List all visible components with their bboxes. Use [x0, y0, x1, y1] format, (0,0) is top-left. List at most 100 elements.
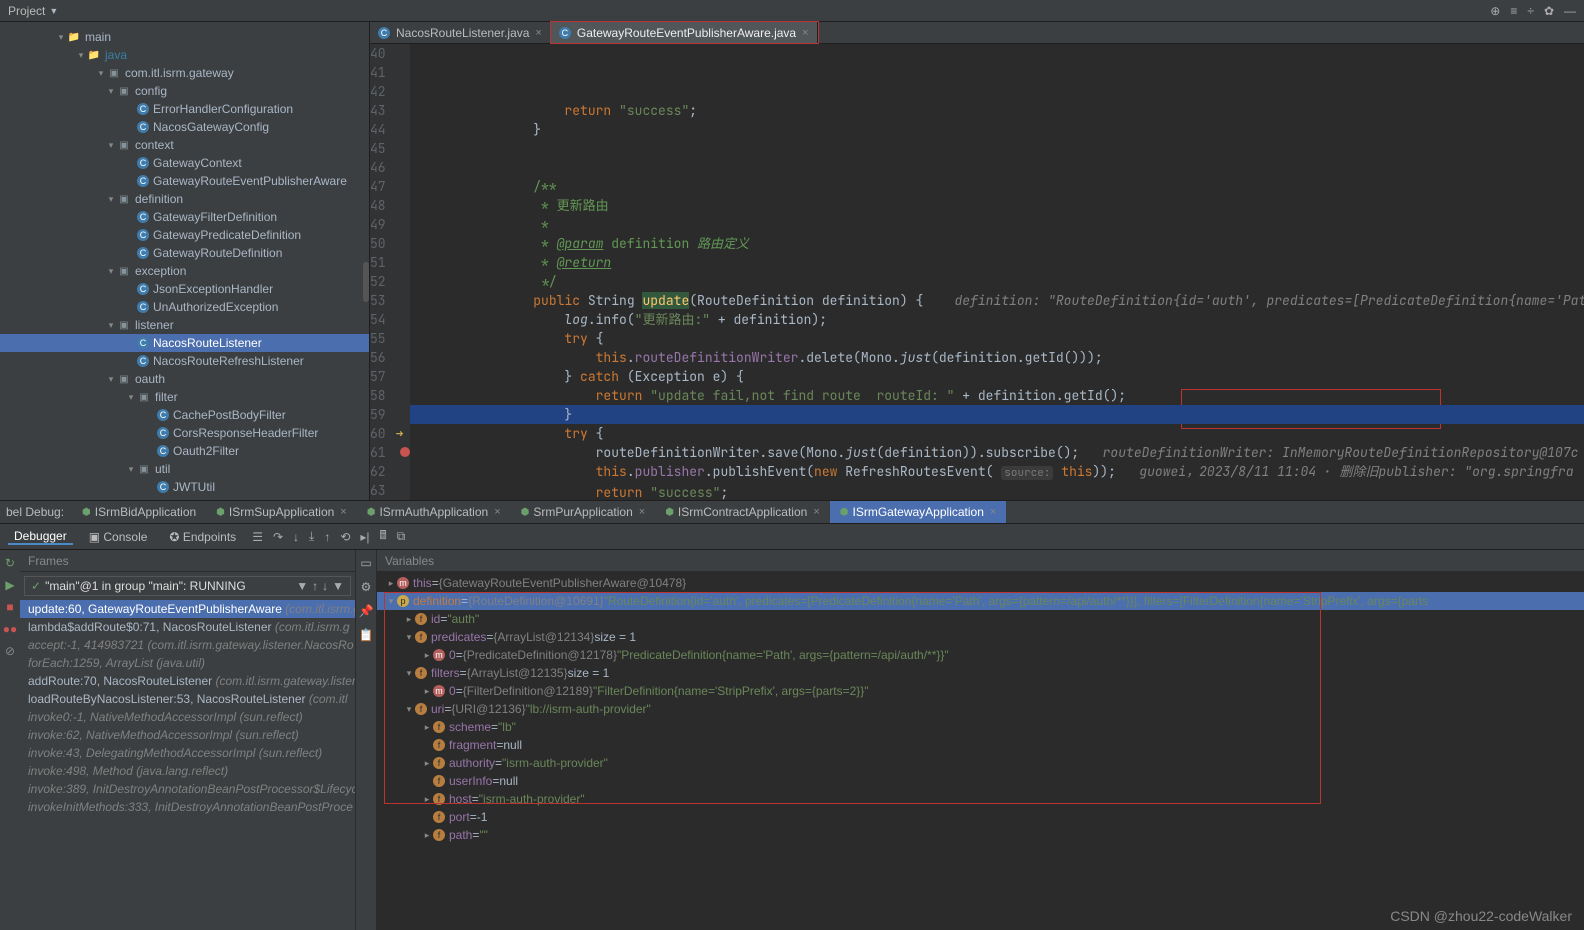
tree-node[interactable]: CGatewayRouteEventPublisherAware — [0, 172, 369, 190]
tree-node[interactable]: ▾▣com.itl.isrm.gateway — [0, 64, 369, 82]
close-icon[interactable]: × — [802, 27, 808, 39]
tree-node[interactable]: CGatewayRouteDefinition — [0, 244, 369, 262]
frame-row[interactable]: invokeInitMethods:333, InitDestroyAnnota… — [20, 798, 355, 816]
editor-tab[interactable]: CNacosRouteListener.java× — [370, 22, 551, 43]
collapse-icon[interactable]: ÷ — [1527, 4, 1534, 18]
run-tab[interactable]: ⬢ISrmBidApplication — [72, 501, 206, 523]
close-icon[interactable]: × — [494, 506, 500, 518]
variable-row[interactable]: fport = -1 — [377, 808, 1584, 826]
close-icon[interactable]: × — [639, 506, 645, 518]
settings-icon[interactable]: ⚙ — [361, 580, 372, 594]
tree-node[interactable]: ▾▣definition — [0, 190, 369, 208]
pin-icon[interactable]: 📌 — [359, 604, 374, 618]
tree-node[interactable]: ▾📁java — [0, 46, 369, 64]
frame-row[interactable]: forEach:1259, ArrayList (java.util) — [20, 654, 355, 672]
breakpoints-icon[interactable]: ●● — [3, 622, 18, 636]
tree-node[interactable]: CJsonExceptionHandler — [0, 280, 369, 298]
tree-node[interactable]: CCachePostBodyFilter — [0, 406, 369, 424]
restore-layout-icon[interactable]: ▭ — [360, 556, 371, 570]
frame-row[interactable]: loadRouteByNacosListener:53, NacosRouteL… — [20, 690, 355, 708]
close-icon[interactable]: × — [813, 506, 819, 518]
frame-row[interactable]: invoke:498, Method (java.lang.reflect) — [20, 762, 355, 780]
frame-row[interactable]: invoke:389, InitDestroyAnnotationBeanPos… — [20, 780, 355, 798]
tree-node[interactable]: CErrorHandlerConfiguration — [0, 100, 369, 118]
stop-icon[interactable]: ■ — [6, 600, 13, 614]
tree-node[interactable]: ▾▣filter — [0, 388, 369, 406]
step-into-icon[interactable]: ↓ — [293, 530, 299, 544]
run-to-cursor-icon[interactable]: ▸| — [360, 530, 369, 544]
variable-row[interactable]: ▸mthis = {GatewayRouteEventPublisherAwar… — [377, 574, 1584, 592]
tree-node[interactable]: ▾▣listener — [0, 316, 369, 334]
run-tab[interactable]: ⬢ISrmContractApplication× — [655, 501, 830, 523]
close-icon[interactable]: × — [535, 27, 541, 39]
tree-node[interactable]: ▾▣oauth — [0, 370, 369, 388]
variable-row[interactable]: ▾pdefinition = {RouteDefinition@10691} "… — [377, 592, 1584, 610]
tree-node[interactable]: CNacosRouteListener — [0, 334, 369, 352]
close-icon[interactable]: × — [990, 506, 996, 518]
frame-row[interactable]: invoke0:-1, NativeMethodAccessorImpl (su… — [20, 708, 355, 726]
variable-row[interactable]: fuserInfo = null — [377, 772, 1584, 790]
drop-frame-icon[interactable]: ⟲ — [340, 530, 350, 544]
layout-icon[interactable]: ☰ — [252, 530, 263, 544]
editor-tab[interactable]: CGatewayRouteEventPublisherAware.java× — [551, 22, 818, 43]
trace-icon[interactable]: ⧉ — [397, 529, 406, 544]
variable-row[interactable]: ▸fscheme = "lb" — [377, 718, 1584, 736]
force-step-into-icon[interactable]: ⤓ — [309, 529, 314, 544]
evaluate-icon[interactable]: 🖩 — [380, 526, 387, 547]
scrollbar-thumb[interactable] — [363, 262, 369, 302]
tab-endpoints[interactable]: ✪ Endpoints — [163, 530, 242, 544]
tree-node[interactable]: CNacosGatewayConfig — [0, 118, 369, 136]
next-frame-icon[interactable]: ↓ — [322, 579, 328, 593]
variable-row[interactable]: ▾fpredicates = {ArrayList@12134} size = … — [377, 628, 1584, 646]
prev-frame-icon[interactable]: ↑ — [312, 579, 318, 593]
expand-icon[interactable]: ≡ — [1510, 4, 1517, 18]
tree-node[interactable]: CCorsResponseHeaderFilter — [0, 424, 369, 442]
project-tree[interactable]: ▾📁main▾📁java▾▣com.itl.isrm.gateway▾▣conf… — [0, 22, 369, 496]
copy-icon[interactable]: 📋 — [359, 628, 374, 642]
hide-icon[interactable]: — — [1564, 4, 1576, 18]
variable-row[interactable]: ▸m0 = {PredicateDefinition@12178} "Predi… — [377, 646, 1584, 664]
frame-row[interactable]: lambda$addRoute$0:71, NacosRouteListener… — [20, 618, 355, 636]
chevron-down-icon[interactable]: ▼ — [296, 579, 308, 593]
mute-bp-icon[interactable]: ⊘ — [5, 644, 15, 658]
variables-tree[interactable]: ▸mthis = {GatewayRouteEventPublisherAwar… — [377, 572, 1584, 930]
tree-node[interactable]: ▾▣config — [0, 82, 369, 100]
run-tab[interactable]: ⬢ISrmAuthApplication× — [357, 501, 511, 523]
tree-node[interactable]: CGatewayFilterDefinition — [0, 208, 369, 226]
rerun-icon[interactable]: ↻ — [5, 556, 15, 570]
tree-node[interactable]: ▾▣context — [0, 136, 369, 154]
code-editor[interactable]: 4041424344454647484950515253545556575859… — [370, 44, 1584, 500]
filter-icon[interactable]: ▼ — [332, 579, 344, 593]
tab-console[interactable]: ▣ Console — [83, 530, 154, 544]
chevron-down-icon[interactable]: ▼ — [49, 6, 58, 16]
breakpoint-gutter[interactable]: ➜ — [396, 44, 410, 500]
variable-row[interactable]: ffragment = null — [377, 736, 1584, 754]
run-tab[interactable]: ⬢ISrmSupApplication× — [206, 501, 357, 523]
locate-icon[interactable]: ⊕ — [1490, 4, 1500, 18]
frame-row[interactable]: addRoute:70, NacosRouteListener (com.itl… — [20, 672, 355, 690]
frame-row[interactable]: invoke:62, NativeMethodAccessorImpl (sun… — [20, 726, 355, 744]
variable-row[interactable]: ▸fauthority = "isrm-auth-provider" — [377, 754, 1584, 772]
frames-list[interactable]: update:60, GatewayRouteEventPublisherAwa… — [20, 600, 355, 816]
tree-node[interactable]: CUnAuthorizedException — [0, 298, 369, 316]
thread-selector[interactable]: ✓ "main"@1 in group "main": RUNNING ▼ ↑ … — [24, 576, 351, 596]
frame-row[interactable]: accept:-1, 414983721 (com.itl.isrm.gatew… — [20, 636, 355, 654]
tree-node[interactable]: CJWTUtil — [0, 478, 369, 496]
variable-row[interactable]: ▸fpath = "" — [377, 826, 1584, 844]
close-icon[interactable]: × — [340, 506, 346, 518]
step-out-icon[interactable]: ↑ — [324, 530, 330, 544]
tree-node[interactable]: ▾▣util — [0, 460, 369, 478]
tree-node[interactable]: ▾▣exception — [0, 262, 369, 280]
tree-node[interactable]: CGatewayContext — [0, 154, 369, 172]
code-body[interactable]: return "success"; } /** * 更新路由 * * @para… — [410, 44, 1584, 500]
tab-debugger[interactable]: Debugger — [8, 529, 73, 545]
resume-icon[interactable]: ▶ — [5, 578, 14, 592]
variable-row[interactable]: ▸fid = "auth" — [377, 610, 1584, 628]
variable-row[interactable]: ▸m0 = {FilterDefinition@12189} "FilterDe… — [377, 682, 1584, 700]
frame-row[interactable]: update:60, GatewayRouteEventPublisherAwa… — [20, 600, 355, 618]
step-over-icon[interactable]: ↷ — [273, 530, 283, 544]
variable-row[interactable]: ▸fhost = "isrm-auth-provider" — [377, 790, 1584, 808]
run-tab[interactable]: ⬢SrmPurApplication× — [511, 501, 656, 523]
run-tab[interactable]: ⬢ISrmGatewayApplication× — [830, 501, 1007, 523]
tree-node[interactable]: CNacosRouteRefreshListener — [0, 352, 369, 370]
